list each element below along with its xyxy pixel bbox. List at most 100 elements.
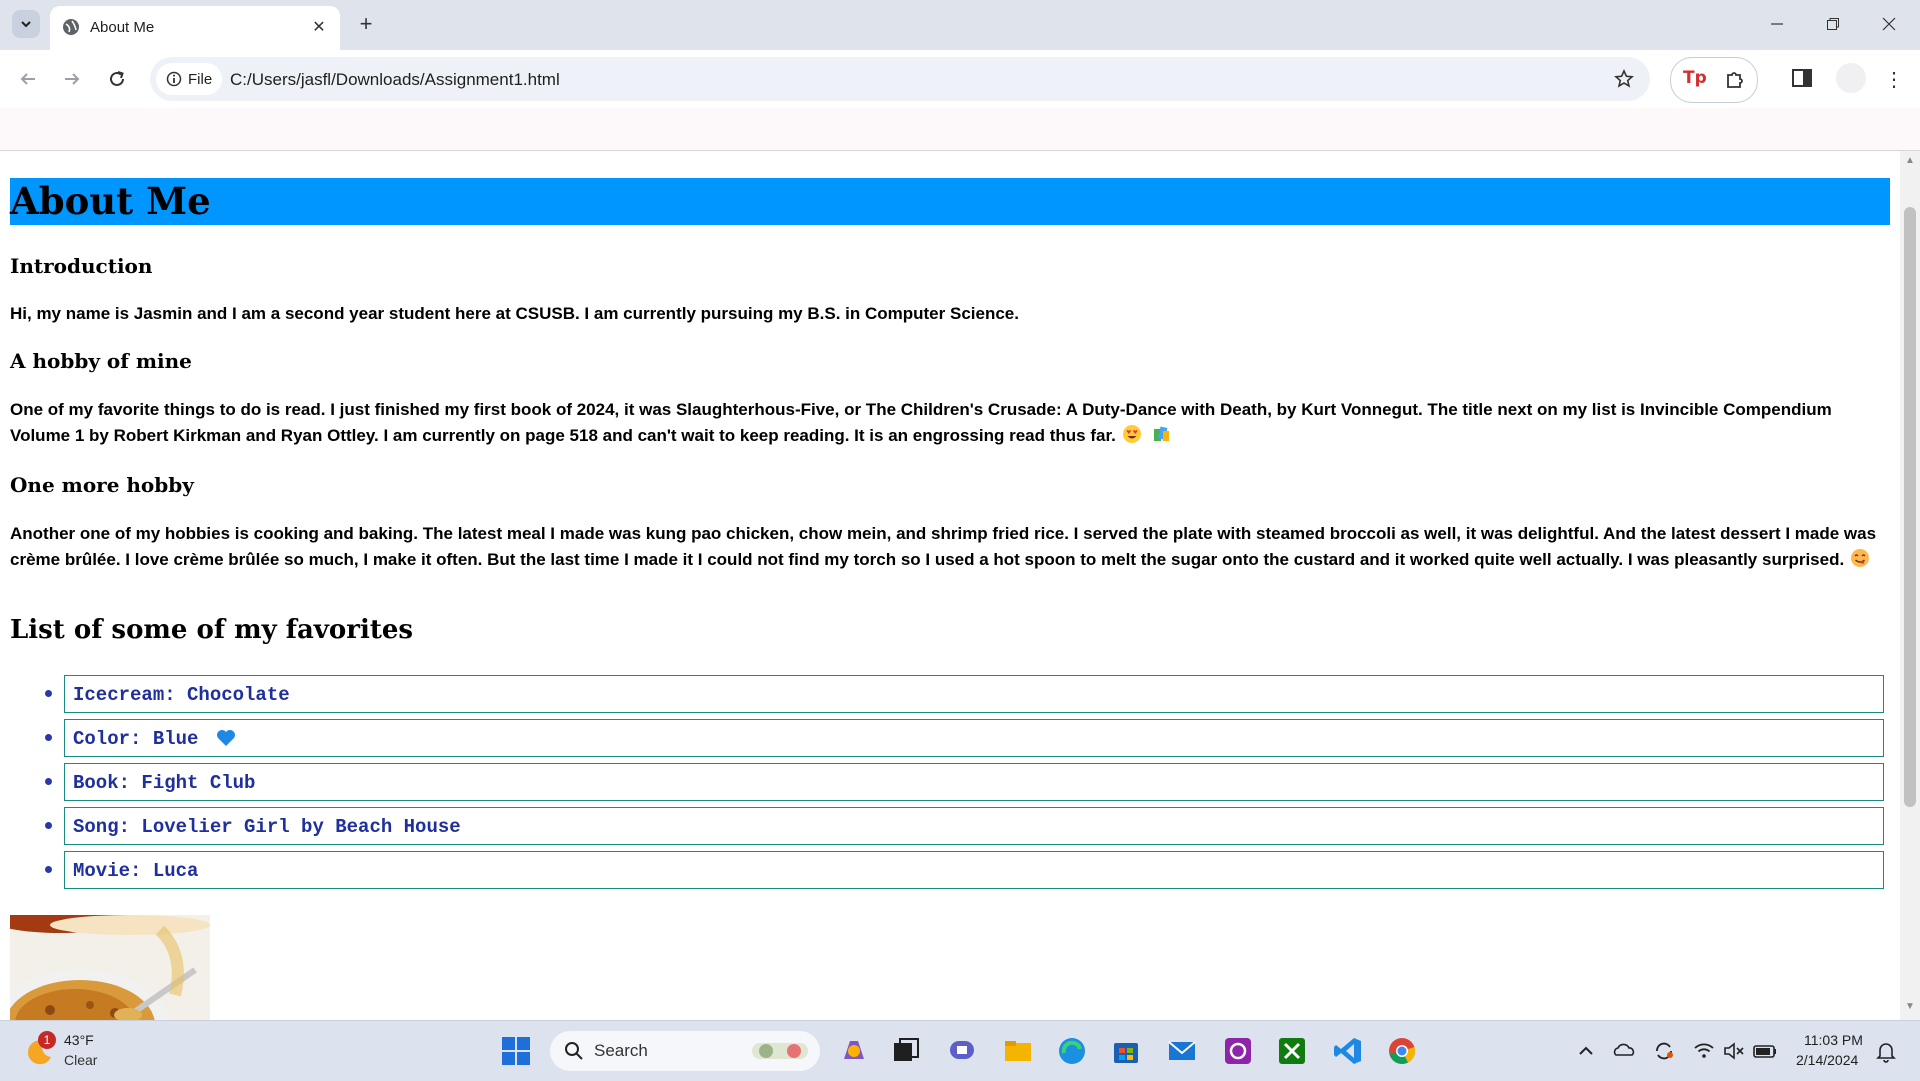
windows-start-icon[interactable] [500,1035,532,1067]
forward-button[interactable] [56,63,88,95]
tp-extension-icon[interactable]: Tp [1683,68,1707,88]
restore-icon [1827,18,1839,30]
intro-heading: Introduction [10,254,153,278]
yum-emoji-icon [1851,549,1870,567]
globe-icon [63,19,79,35]
notification-bell-icon[interactable] [1874,1035,1898,1067]
new-tab-button[interactable]: + [354,11,378,36]
taskbar: 1 43°F Clear Search 11:03 PM 2/14/2024 [0,1020,1920,1081]
favorite-text: Movie: Luca [73,860,199,882]
active-tab[interactable]: About Me ✕ [50,6,340,50]
weather-description: Clear [64,1052,98,1068]
list-item: Book: Fight Club [45,763,1884,801]
site-info-chip[interactable]: File [156,63,223,95]
favorites-heading: List of some of my favorites [10,615,414,645]
onedrive-icon[interactable] [1612,1035,1636,1067]
creme-brulee-image [10,915,210,1020]
vscode-icon[interactable] [1332,1035,1364,1067]
books-emoji-icon [1153,426,1169,441]
url-text[interactable]: C:/Users/jasfl/Downloads/Assignment1.htm… [230,70,560,90]
taskbar-search-box[interactable]: Search [550,1031,820,1071]
list-item: Icecream: Chocolate [45,675,1884,713]
search-label: Search [594,1041,648,1060]
battery-icon[interactable] [1752,1035,1778,1067]
side-panel-icon[interactable] [1790,66,1814,90]
favorite-text: Song: Lovelier Girl by Beach House [73,816,461,838]
arrow-left-icon [20,73,35,85]
address-bar[interactable]: File C:/Users/jasfl/Downloads/Assignment… [150,57,1650,101]
hobby-heading-text: A hobby of mine [10,349,192,373]
hobby-paragraph-text: One of my favorite things to do is read.… [10,400,1832,445]
list-item: Color: Blue [45,719,1884,757]
list-item: Song: Lovelier Girl by Beach House [45,807,1884,845]
list-item: Movie: Luca [45,851,1884,889]
bullet-icon [45,866,52,873]
clock-time[interactable]: 11:03 PM [1804,1032,1863,1048]
star-icon [1614,69,1634,88]
bullet-icon [45,734,52,741]
copilot-icon[interactable] [838,1035,870,1067]
more-hobby-heading: One more hobby [10,473,194,497]
more-hobby-paragraph-text: Another one of my hobbies is cooking and… [10,524,1877,569]
page-viewport: About Me Introduction Hi, my name is Jas… [0,151,1900,1020]
tab-search-button[interactable] [12,10,40,38]
hobby-heading: A hobby of mine [10,349,192,373]
favorite-text: Book: Fight Club [73,772,256,794]
arrow-right-icon [65,73,80,85]
favorite-text-label: Color: Blue [73,728,199,750]
browser-toolbar: File C:/Users/jasfl/Downloads/Assignment… [0,50,1920,108]
restore-button[interactable] [1810,8,1856,40]
more-hobby-paragraph: Another one of my hobbies is cooking and… [10,521,1880,573]
reload-button[interactable] [101,63,133,95]
hobby-paragraph: One of my favorite things to do is read.… [10,397,1880,449]
extensions-group: Tp [1670,57,1758,103]
clock-date[interactable]: 2/14/2024 [1796,1052,1858,1068]
bullet-icon [45,778,52,785]
kebab-menu-icon[interactable]: ⋮ [1880,63,1908,95]
page-scrollbar[interactable]: ▲ ▼ [1900,151,1920,1020]
weather-temperature: 43°F [64,1032,94,1048]
scroll-up-arrow-icon[interactable]: ▲ [1905,155,1915,166]
photo-app-icon[interactable] [1222,1035,1254,1067]
mail-icon[interactable] [1166,1035,1198,1067]
reload-icon [110,71,124,86]
tab-strip: About Me ✕ + [0,0,1920,50]
tab-title: About Me [90,19,155,36]
search-highlight-icon [752,1043,808,1059]
page-title: About Me [10,178,1890,225]
bookmarks-bar [0,108,1920,151]
favorite-text: Icecream: Chocolate [73,684,290,706]
scrollbar-thumb[interactable] [1904,207,1916,807]
task-view-icon[interactable] [890,1035,922,1067]
close-icon [1882,17,1896,31]
teams-chat-icon[interactable] [946,1035,978,1067]
profile-avatar[interactable] [1836,63,1866,93]
heart-eyes-emoji-icon [1122,425,1141,443]
edge-icon[interactable] [1056,1035,1088,1067]
puzzle-icon[interactable] [1723,68,1747,92]
scroll-down-arrow-icon[interactable]: ▼ [1905,1001,1915,1012]
blue-heart-icon [216,730,235,746]
minimize-icon [1771,23,1783,25]
close-window-button[interactable] [1866,8,1912,40]
xbox-icon[interactable] [1276,1035,1308,1067]
bullet-icon [45,690,52,697]
weather-widget[interactable]: 1 43°F Clear [22,1031,142,1071]
volume-muted-icon[interactable] [1722,1035,1746,1067]
wifi-icon[interactable] [1692,1035,1716,1067]
favorites-list: Icecream: Chocolate Color: Blue Book: Fi… [10,675,1890,895]
bookmark-star-button[interactable] [1612,67,1636,91]
store-icon[interactable] [1110,1035,1142,1067]
file-chip-label: File [188,70,213,88]
minimize-button[interactable] [1754,8,1800,40]
info-icon [166,71,182,87]
sync-icon[interactable] [1652,1035,1676,1067]
bullet-icon [45,822,52,829]
chrome-icon[interactable] [1386,1035,1418,1067]
close-tab-icon[interactable]: ✕ [308,16,330,38]
favorite-text: Color: Blue [73,728,236,750]
file-explorer-icon[interactable] [1002,1035,1034,1067]
chevron-up-icon[interactable] [1576,1035,1596,1067]
back-button[interactable] [12,63,44,95]
weather-badge: 1 [38,1031,56,1049]
